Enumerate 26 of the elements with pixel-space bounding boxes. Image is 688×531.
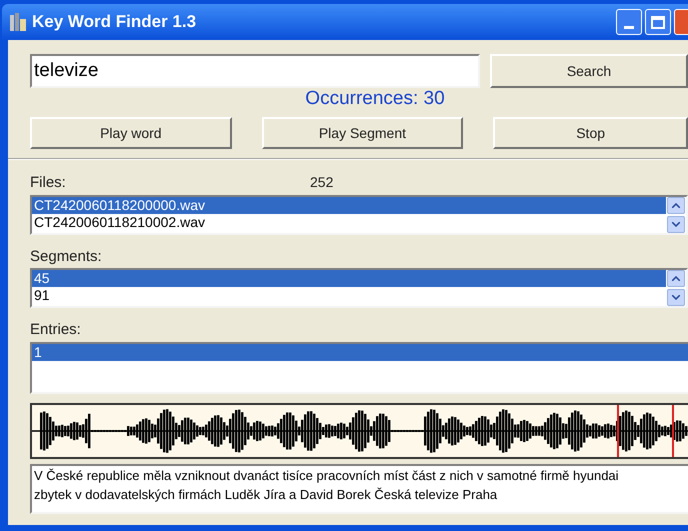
list-item[interactable]: 91 (32, 287, 666, 304)
minimize-icon (624, 26, 634, 29)
play-segment-button[interactable]: Play Segment (262, 117, 464, 149)
list-item[interactable]: CT2420060118200000.wav (32, 196, 666, 214)
transcript-text: V České republice měla vzniknout dvanáct tisíce pracovních míst část z nich v samotné firmě hyundai zbytek v dodavatelských firmách Luděk Jíra a David Borek Česká televize Praha (34, 466, 620, 504)
search-field[interactable]: televize (30, 54, 480, 88)
scroll-down-button[interactable] (667, 216, 685, 232)
file-count: 252 (310, 173, 334, 192)
window-title: Key Word Finder 1.3 (32, 11, 196, 34)
list-item[interactable]: 1 (32, 344, 688, 360)
scroll-up-button[interactable] (667, 270, 685, 287)
scroll-up-button[interactable] (667, 196, 685, 214)
list-item[interactable]: CT2420060118210002.wav (32, 214, 666, 230)
maximize-icon (651, 16, 665, 28)
play-word-button[interactable]: Play word (30, 117, 232, 149)
app-icon (8, 11, 28, 33)
entries-label: Entries: (30, 320, 82, 340)
list-item[interactable]: 45 (32, 270, 666, 287)
occurrences-count: Occurrences: 30 (304, 87, 445, 111)
minimize-button[interactable] (616, 9, 642, 35)
maximize-button[interactable] (645, 9, 671, 35)
search-button[interactable]: Search (490, 54, 688, 88)
segments-label: Segments: (30, 246, 103, 266)
scroll-down-button[interactable] (667, 289, 685, 306)
files-label: Files: (30, 173, 67, 193)
stop-button[interactable]: Stop (493, 117, 688, 149)
